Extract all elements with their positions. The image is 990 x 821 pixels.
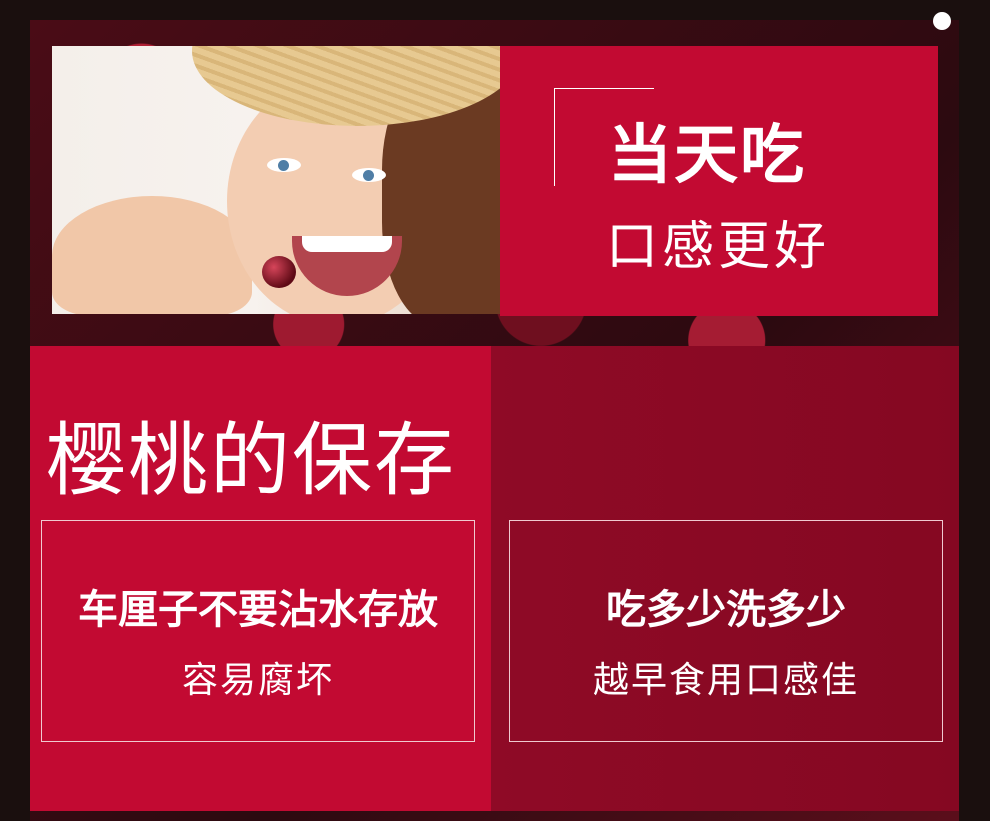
hero-subtitle: 口感更好 bbox=[606, 217, 831, 277]
left-eye bbox=[267, 158, 301, 172]
corner-line-horizontal bbox=[554, 88, 654, 89]
woman-eating-cherry-photo bbox=[52, 46, 500, 314]
storage-tip-card-1: 车厘子不要沾水存放 容易腐坏 bbox=[41, 520, 475, 742]
tip-heading: 吃多少洗多少 bbox=[606, 587, 846, 633]
hero-title-box: 当天吃 口感更好 bbox=[500, 46, 938, 316]
right-eye bbox=[352, 168, 386, 182]
cherry-icon bbox=[262, 256, 296, 288]
tip-text: 越早食用口感佳 bbox=[592, 660, 859, 701]
storage-right-panel: 吃多少洗多少 越早食用口感佳 bbox=[491, 346, 959, 811]
tip-text: 容易腐坏 bbox=[181, 660, 334, 701]
section-title: 樱桃的保存 bbox=[46, 414, 456, 507]
storage-tip-card-2: 吃多少洗多少 越早食用口感佳 bbox=[509, 520, 943, 742]
content-frame: 当天吃 口感更好 樱桃的保存 车厘子不要沾水存放 容易腐坏 吃多少洗多少 越早食… bbox=[30, 12, 959, 821]
teeth-shape bbox=[302, 236, 392, 252]
tip-heading: 车厘子不要沾水存放 bbox=[78, 587, 438, 633]
hand-shape bbox=[52, 196, 252, 314]
hero-title: 当天吃 bbox=[608, 119, 806, 193]
storage-left-panel: 樱桃的保存 车厘子不要沾水存放 容易腐坏 bbox=[30, 346, 491, 811]
scroll-indicator-dot bbox=[933, 12, 951, 30]
